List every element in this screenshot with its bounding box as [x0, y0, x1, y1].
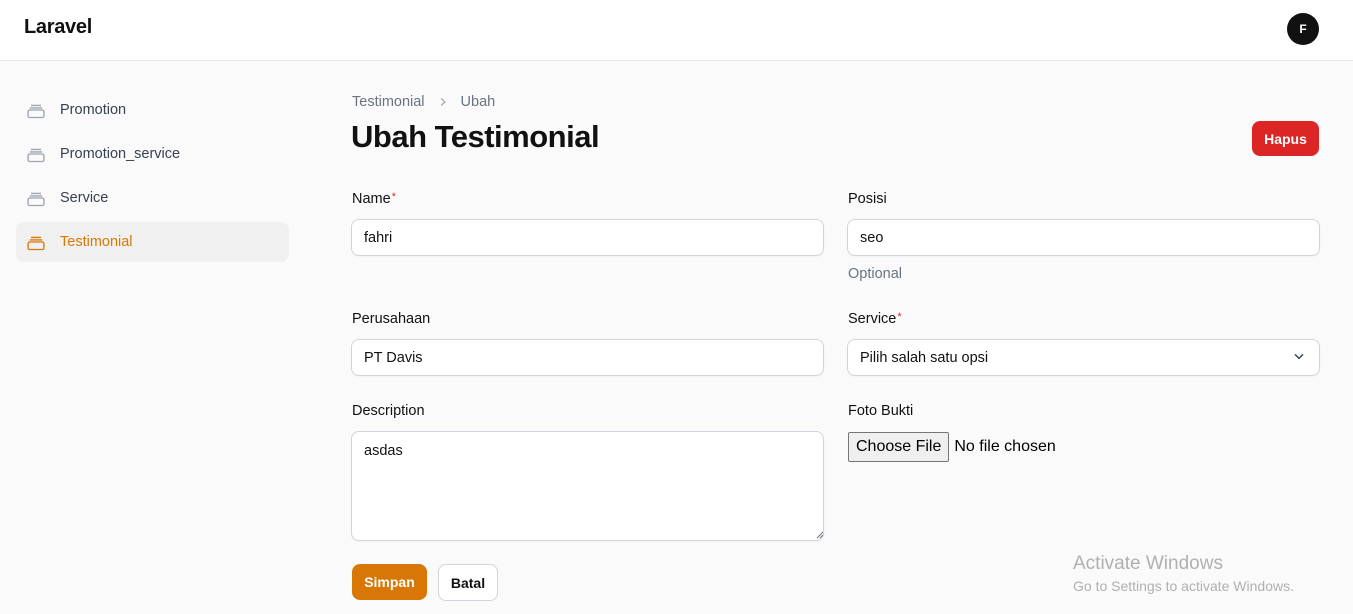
description-label: Description — [352, 403, 425, 419]
posisi-helper-text: Optional — [848, 266, 903, 282]
file-status: No file chosen — [954, 438, 1056, 455]
breadcrumb: Testimonial Ubah — [352, 94, 495, 110]
activation-watermark-subtitle: Go to Settings to activate Windows. — [1073, 578, 1294, 594]
service-select[interactable]: Pilih salah satu opsi — [847, 339, 1320, 376]
posisi-field[interactable] — [847, 219, 1320, 256]
service-label: Service* — [848, 311, 902, 327]
resize-grip-icon[interactable] — [815, 530, 824, 539]
rectangle-stack-icon — [25, 100, 47, 120]
sidebar-item-promotion-service[interactable]: Promotion_service — [16, 134, 289, 174]
sidebar-item-label: Service — [60, 190, 109, 206]
description-textarea[interactable]: asdas — [351, 431, 824, 541]
rectangle-stack-icon — [25, 232, 47, 252]
posisi-label: Posisi — [848, 191, 887, 207]
cancel-button[interactable]: Batal — [438, 564, 498, 601]
sidebar-item-testimonial[interactable]: Testimonial — [16, 222, 289, 262]
sidebar-item-label: Promotion — [60, 102, 127, 118]
brand-logo[interactable]: Laravel — [24, 16, 92, 39]
page-title: Ubah Testimonial — [351, 119, 600, 154]
required-mark: * — [897, 311, 902, 323]
chevron-down-icon — [1291, 348, 1307, 368]
sidebar-item-label: Testimonial — [60, 234, 133, 250]
breadcrumb-parent[interactable]: Testimonial — [352, 94, 425, 110]
service-select-value: Pilih salah satu opsi — [860, 349, 989, 366]
choose-file-button[interactable]: Choose File — [848, 432, 950, 462]
chevron-right-icon — [437, 96, 449, 108]
foto-bukti-label: Foto Bukti — [848, 403, 914, 419]
delete-button[interactable]: Hapus — [1252, 121, 1319, 156]
activation-watermark-title: Activate Windows — [1073, 553, 1223, 574]
sidebar-item-label: Promotion_service — [60, 146, 181, 162]
breadcrumb-current: Ubah — [460, 94, 496, 110]
save-button[interactable]: Simpan — [352, 564, 427, 600]
user-avatar[interactable]: F — [1287, 13, 1319, 45]
name-label: Name* — [352, 191, 396, 207]
sidebar-item-promotion[interactable]: Promotion — [16, 90, 289, 130]
rectangle-stack-icon — [25, 144, 47, 164]
required-mark: * — [391, 191, 396, 203]
name-field[interactable] — [351, 219, 824, 256]
file-input: Choose File No file chosen — [848, 432, 1056, 462]
perusahaan-field[interactable] — [351, 339, 824, 376]
top-bar: Laravel F — [0, 0, 1353, 61]
perusahaan-label: Perusahaan — [352, 311, 431, 327]
sidebar: Promotion Promotion_service Service Test… — [16, 90, 289, 266]
rectangle-stack-icon — [25, 188, 47, 208]
sidebar-item-service[interactable]: Service — [16, 178, 289, 218]
